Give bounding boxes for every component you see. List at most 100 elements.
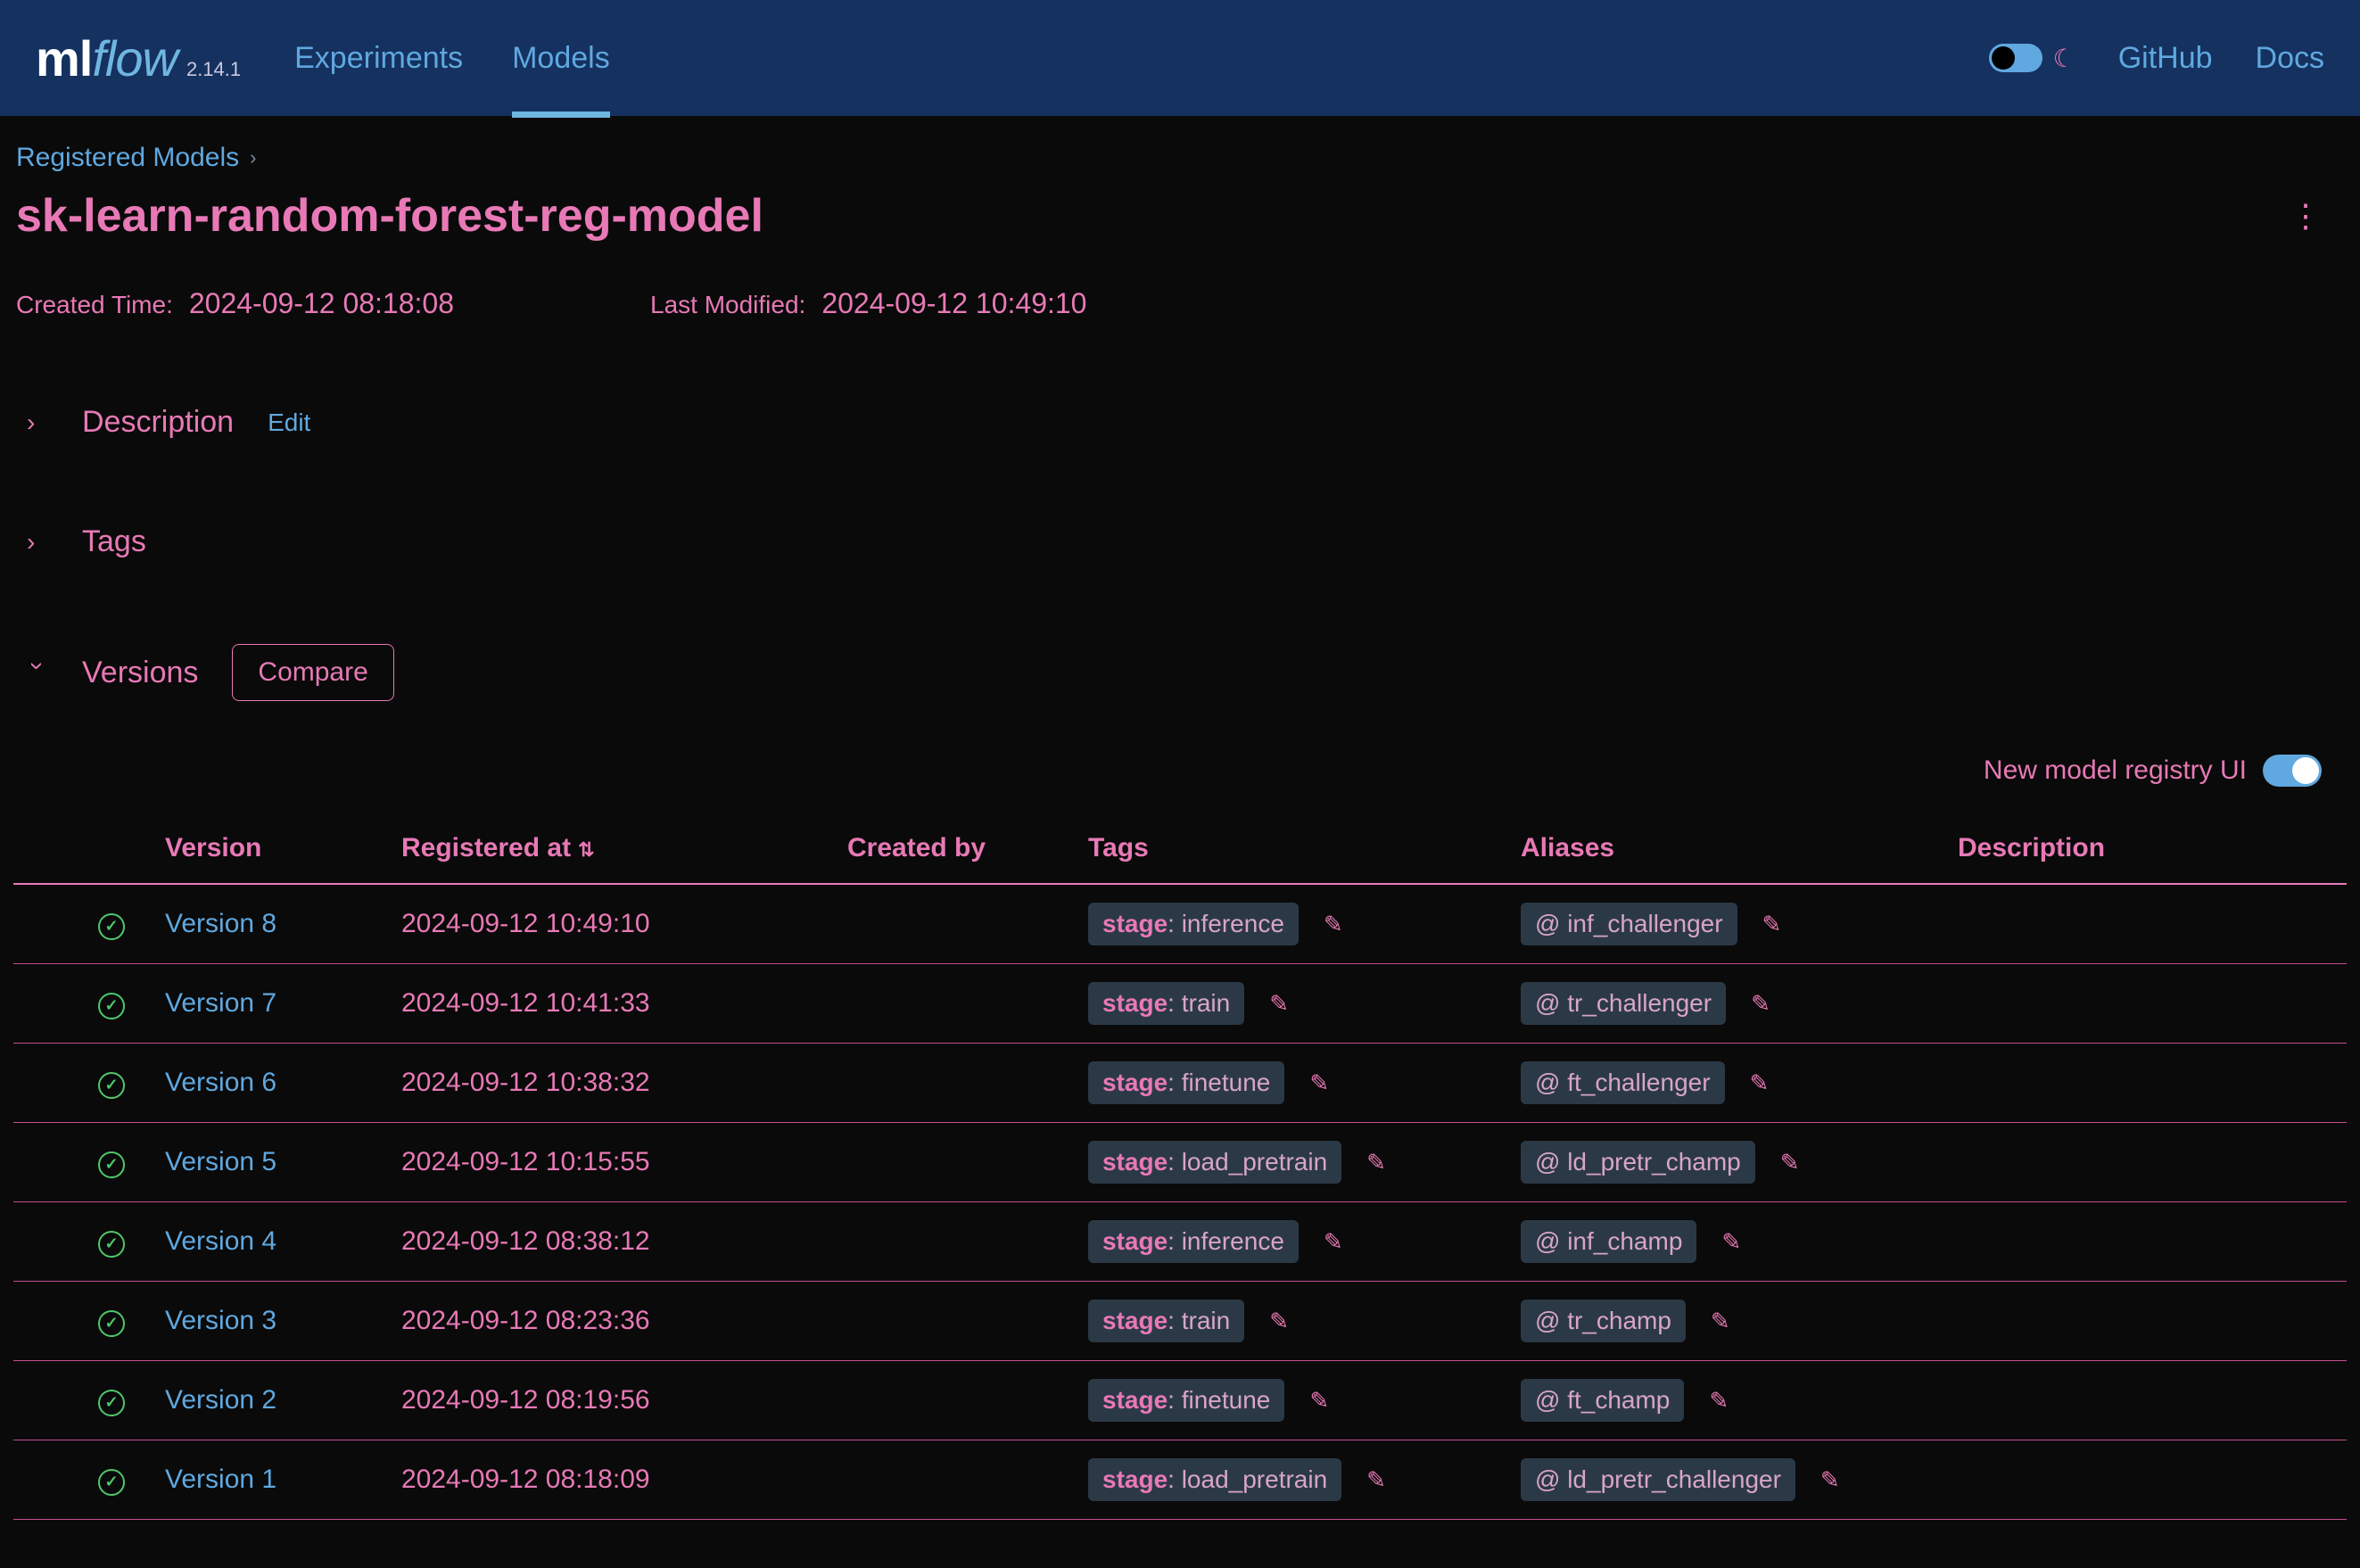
col-status — [13, 813, 165, 884]
status-ready-icon — [98, 1072, 125, 1099]
created-time-label: Created Time: — [16, 291, 173, 319]
registry-toggle[interactable] — [2263, 755, 2322, 787]
version-link[interactable]: Version 4 — [165, 1226, 276, 1256]
registered-at-value: 2024-09-12 08:19:56 — [401, 1385, 650, 1415]
edit-tags-icon[interactable]: ✎ — [1269, 990, 1289, 1018]
topbar: ml flow 2.14.1 Experiments Models ☾ GitH… — [0, 0, 2360, 116]
breadcrumb: Registered Models › — [13, 143, 2347, 173]
registered-at-value: 2024-09-12 10:41:33 — [401, 988, 650, 1018]
tab-experiments[interactable]: Experiments — [294, 0, 463, 118]
compare-button[interactable]: Compare — [232, 644, 393, 701]
alias-chip[interactable]: @ ld_pretr_champ — [1521, 1141, 1755, 1184]
edit-aliases-icon[interactable]: ✎ — [1711, 1308, 1730, 1335]
status-ready-icon — [98, 1310, 125, 1337]
alias-chip[interactable]: @ tr_champ — [1521, 1300, 1686, 1342]
content: Registered Models › sk-learn-random-fore… — [0, 116, 2360, 1547]
tags-heading: Tags — [82, 524, 146, 559]
col-registered-at[interactable]: Registered at⇅ — [401, 813, 847, 884]
version-link[interactable]: Version 5 — [165, 1147, 276, 1176]
chevron-right-icon[interactable]: › — [27, 528, 48, 557]
tab-models[interactable]: Models — [512, 0, 610, 118]
chevron-down-icon[interactable]: › — [23, 662, 52, 683]
tag-chip[interactable]: stage: train — [1088, 1300, 1244, 1342]
last-modified-label: Last Modified: — [650, 291, 805, 319]
col-aliases[interactable]: Aliases — [1521, 813, 1958, 884]
registered-at-value: 2024-09-12 08:23:36 — [401, 1306, 650, 1335]
edit-tags-icon[interactable]: ✎ — [1366, 1149, 1386, 1176]
version-link[interactable]: Version 3 — [165, 1306, 276, 1335]
edit-aliases-icon[interactable]: ✎ — [1709, 1387, 1729, 1415]
registered-at-value: 2024-09-12 10:15:55 — [401, 1147, 650, 1176]
tag-chip[interactable]: stage: train — [1088, 982, 1244, 1025]
edit-tags-icon[interactable]: ✎ — [1366, 1466, 1386, 1494]
edit-aliases-icon[interactable]: ✎ — [1721, 1228, 1741, 1256]
section-tags: › Tags — [13, 524, 2347, 559]
tag-chip[interactable]: stage: finetune — [1088, 1379, 1284, 1422]
versions-table: Version Registered at⇅ Created by Tags A… — [13, 813, 2347, 1520]
version-link[interactable]: Version 6 — [165, 1068, 276, 1097]
edit-aliases-icon[interactable]: ✎ — [1820, 1466, 1840, 1494]
alias-chip[interactable]: @ tr_challenger — [1521, 982, 1726, 1025]
alias-chip[interactable]: @ ft_champ — [1521, 1379, 1684, 1422]
edit-aliases-icon[interactable]: ✎ — [1750, 1069, 1770, 1097]
table-row: Version 3 2024-09-12 08:23:36 stage: train… — [13, 1282, 2347, 1361]
moon-icon: ☾ — [2053, 44, 2075, 73]
table-row: Version 42024-09-12 08:38:12stage: infer… — [13, 1202, 2347, 1282]
theme-toggle[interactable] — [1989, 44, 2042, 72]
tag-chip[interactable]: stage: inference — [1088, 903, 1299, 945]
version-link[interactable]: Version 8 — [165, 909, 276, 938]
tag-chip[interactable]: stage: inference — [1088, 1220, 1299, 1263]
edit-aliases-icon[interactable]: ✎ — [1751, 990, 1770, 1018]
edit-tags-icon[interactable]: ✎ — [1324, 1228, 1343, 1256]
breadcrumb-root[interactable]: Registered Models — [16, 143, 239, 173]
tag-chip[interactable]: stage: load_pretrain — [1088, 1458, 1341, 1501]
description-heading: Description — [82, 405, 234, 440]
nav-tabs: Experiments Models — [294, 0, 610, 118]
edit-tags-icon[interactable]: ✎ — [1269, 1308, 1289, 1335]
tag-chip[interactable]: stage: finetune — [1088, 1061, 1284, 1104]
created-time-value: 2024-09-12 08:18:08 — [189, 287, 454, 320]
section-versions: › Versions Compare — [13, 644, 2347, 701]
status-ready-icon — [98, 1231, 125, 1258]
alias-chip[interactable]: @ ld_pretr_challenger — [1521, 1458, 1795, 1501]
edit-tags-icon[interactable]: ✎ — [1324, 911, 1343, 938]
page-title: sk-learn-random-forest-reg-model — [13, 189, 763, 243]
col-version[interactable]: Version — [165, 813, 401, 884]
edit-description-link[interactable]: Edit — [268, 409, 310, 437]
version-link[interactable]: Version 2 — [165, 1385, 276, 1415]
section-description: › Description Edit — [13, 405, 2347, 440]
meta-row: Created Time: 2024-09-12 08:18:08 Last M… — [13, 287, 2347, 320]
table-row: Version 62024-09-12 10:38:32stage: finet… — [13, 1044, 2347, 1123]
table-row: Version 2 2024-09-12 08:19:56 stage: finet… — [13, 1361, 2347, 1440]
alias-chip[interactable]: @ inf_challenger — [1521, 903, 1737, 945]
table-row: Version 5 2024-09-12 10:15:55 stage: load_… — [13, 1123, 2347, 1202]
docs-link[interactable]: Docs — [2256, 41, 2324, 76]
status-ready-icon — [98, 1390, 125, 1416]
tag-chip[interactable]: stage: load_pretrain — [1088, 1141, 1341, 1184]
chevron-right-icon[interactable]: › — [27, 409, 48, 437]
last-modified-value: 2024-09-12 10:49:10 — [821, 287, 1086, 320]
version-link[interactable]: Version 1 — [165, 1465, 276, 1494]
more-menu-icon[interactable]: ⋮ — [2290, 197, 2347, 235]
status-ready-icon — [98, 993, 125, 1019]
registered-at-value: 2024-09-12 10:49:10 — [401, 909, 650, 938]
col-created-by[interactable]: Created by — [847, 813, 1088, 884]
status-ready-icon — [98, 1151, 125, 1178]
edit-tags-icon[interactable]: ✎ — [1309, 1387, 1329, 1415]
version-link[interactable]: Version 7 — [165, 988, 276, 1018]
edit-aliases-icon[interactable]: ✎ — [1762, 911, 1782, 938]
col-description[interactable]: Description — [1958, 813, 2347, 884]
col-tags[interactable]: Tags — [1088, 813, 1521, 884]
edit-aliases-icon[interactable]: ✎ — [1780, 1149, 1800, 1176]
versions-heading: Versions — [82, 656, 198, 690]
alias-chip[interactable]: @ inf_champ — [1521, 1220, 1696, 1263]
edit-tags-icon[interactable]: ✎ — [1309, 1069, 1329, 1097]
sort-desc-icon: ⇅ — [578, 838, 594, 861]
alias-chip[interactable]: @ ft_challenger — [1521, 1061, 1725, 1104]
topbar-right: ☾ GitHub Docs — [1989, 41, 2324, 76]
mlflow-logo[interactable]: ml flow 2.14.1 — [36, 29, 241, 87]
registry-toggle-label: New model registry UI — [1984, 755, 2247, 786]
github-link[interactable]: GitHub — [2118, 41, 2213, 76]
chevron-right-icon: › — [250, 146, 256, 169]
table-row: Version 7 2024-09-12 10:41:33 stage: train… — [13, 964, 2347, 1044]
